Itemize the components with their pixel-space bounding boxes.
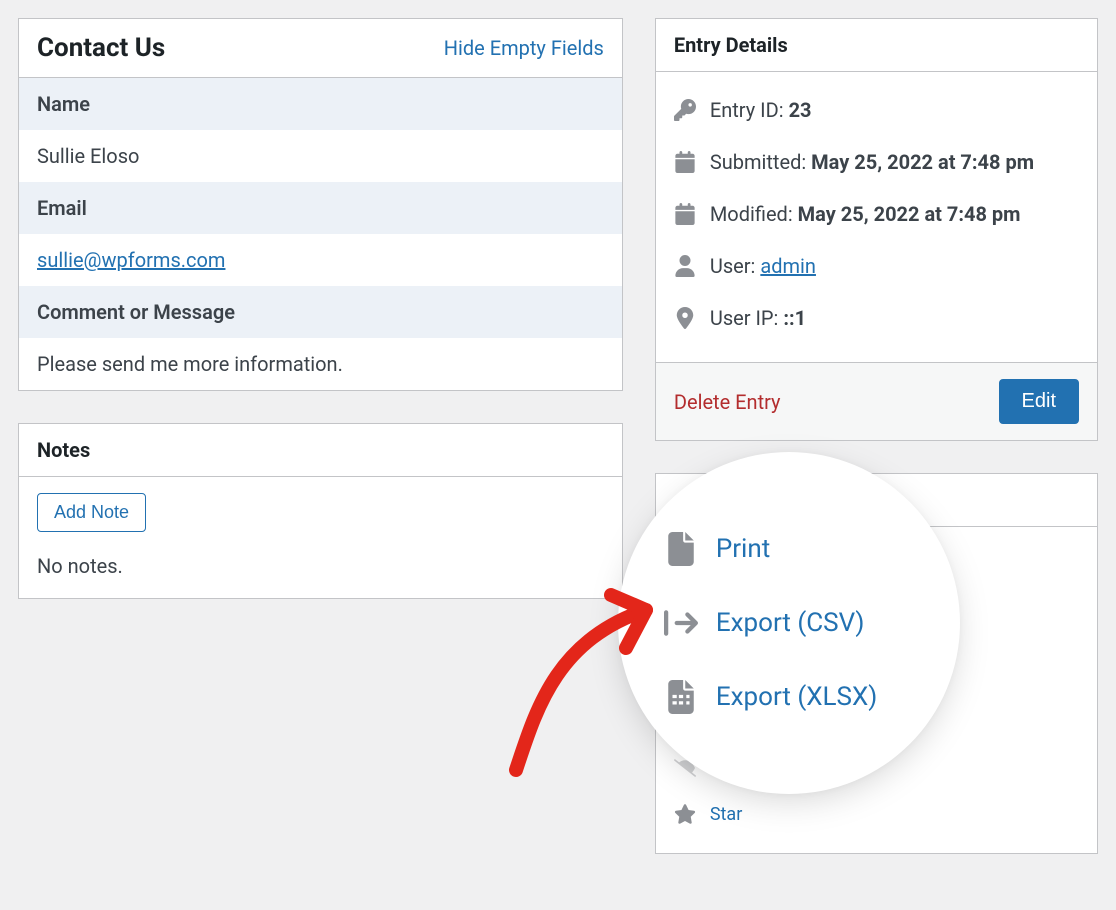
field-label-name: Name [19,78,622,130]
delete-entry-link[interactable]: Delete Entry [674,390,781,414]
user-link[interactable]: admin [760,254,816,278]
edit-button[interactable]: Edit [999,379,1079,424]
field-label-email: Email [19,182,622,234]
spreadsheet-icon [674,695,704,725]
print-label: Print [718,556,768,584]
user-icon [674,255,696,277]
star-action[interactable]: Star [674,791,1079,837]
add-note-button[interactable]: Add Note [37,493,146,532]
entry-details-header: Entry Details [656,19,1097,72]
key-icon [674,99,696,121]
hide-empty-fields-link[interactable]: Hide Empty Fields [444,36,604,60]
field-value-comment: Please send me more information. [19,338,622,390]
user-ip-label: User IP: [710,306,779,330]
map-marker-icon [674,307,696,329]
field-value-email: sullie@wpforms.com [19,234,622,286]
entry-id-value: 23 [789,98,812,122]
submitted-value: May 25, 2022 at 7:48 pm [811,150,1034,174]
notes-card: Notes Add Note No notes. [18,423,623,599]
modified-label: Modified: [710,202,793,226]
export-xlsx-label: Export (XLSX) [718,696,867,724]
user-row: User: admin [674,240,1079,292]
no-notes-text: No notes. [37,554,604,578]
notes-title: Notes [37,438,90,462]
entry-details-footer: Delete Entry Edit [656,362,1097,440]
hidden-action[interactable] [674,745,1079,791]
field-label-comment: Comment or Message [19,286,622,338]
contact-us-title: Contact Us [37,33,165,63]
eye-slash-icon [674,757,696,779]
file-icon [674,555,704,585]
print-action[interactable]: Print [674,535,1079,605]
actions-card: Actio Print Export (CSV) Export (XLSX) [655,473,1098,854]
submitted-row: Submitted: May 25, 2022 at 7:48 pm [674,136,1079,188]
actions-title: Actio [674,488,721,512]
export-xlsx-action[interactable]: Export (XLSX) [674,675,1079,745]
user-label: User: [710,254,756,278]
email-link[interactable]: sullie@wpforms.com [37,248,225,272]
star-label: Star [710,804,742,825]
modified-value: May 25, 2022 at 7:48 pm [798,202,1021,226]
entry-details-title: Entry Details [674,33,788,57]
user-ip-row: User IP: ::1 [674,292,1079,344]
entry-details-card: Entry Details Entry ID: 23 Submitted: Ma… [655,18,1098,441]
field-value-name: Sullie Eloso [19,130,622,182]
calendar-icon [674,151,696,173]
contact-us-header: Contact Us Hide Empty Fields [19,19,622,78]
entry-id-row: Entry ID: 23 [674,84,1079,136]
contact-us-card: Contact Us Hide Empty Fields Name Sullie… [18,18,623,391]
calendar-icon [674,203,696,225]
export-icon [674,625,704,655]
user-ip-value: ::1 [783,306,806,330]
export-csv-action[interactable]: Export (CSV) [674,605,1079,675]
star-icon [674,803,696,825]
export-csv-label: Export (CSV) [718,626,855,654]
notes-header: Notes [19,424,622,477]
submitted-label: Submitted: [710,150,806,174]
modified-row: Modified: May 25, 2022 at 7:48 pm [674,188,1079,240]
entry-id-label: Entry ID: [710,98,784,122]
actions-header: Actio [656,474,1097,527]
